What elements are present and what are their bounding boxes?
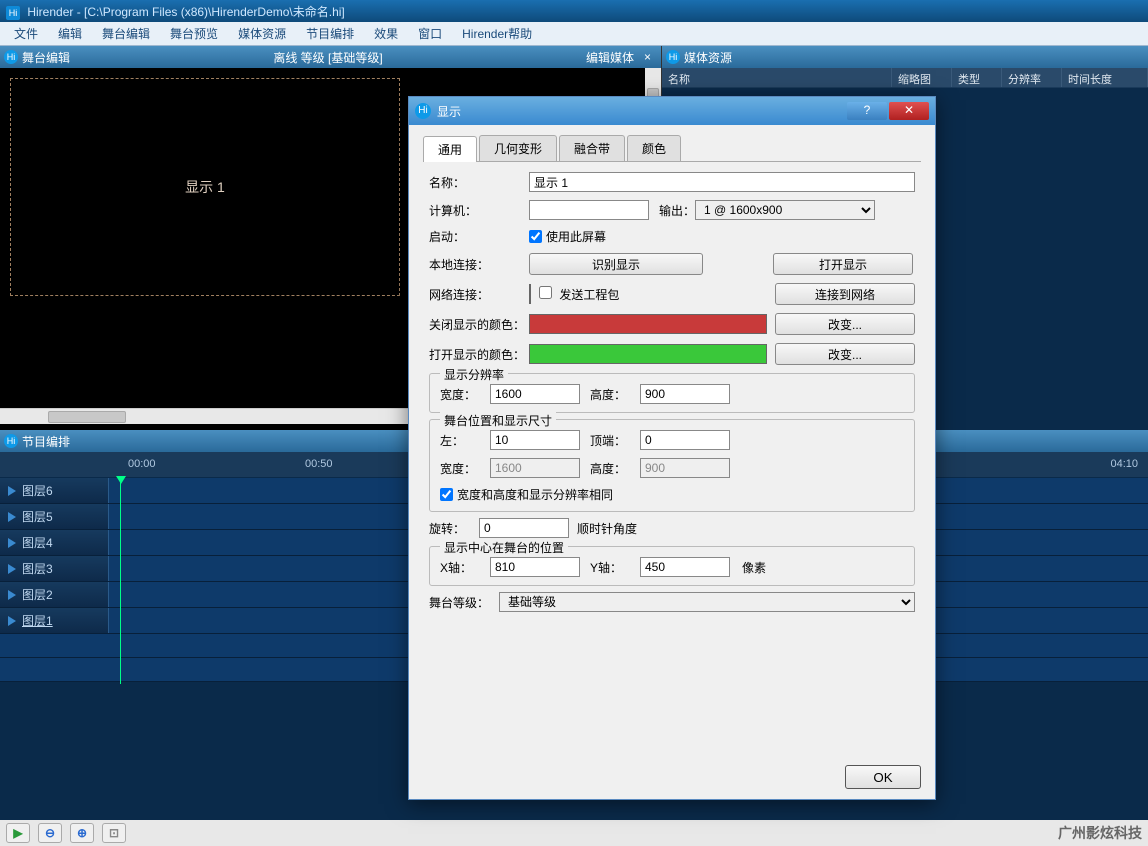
col-res[interactable]: 分辨率 <box>1002 68 1062 87</box>
timeline-title: 节目编排 <box>22 433 70 450</box>
col-duration[interactable]: 时间长度 <box>1062 68 1148 87</box>
closed-color-swatch <box>529 314 767 334</box>
display-dialog: Hi 显示 ? ✕ 通用 几何变形 融合带 颜色 名称： 计算机： 输出： 1 … <box>408 96 936 800</box>
menu-edit[interactable]: 编辑 <box>48 22 92 45</box>
output-select[interactable]: 1 @ 1600x900 <box>695 200 875 220</box>
computer-label: 计算机： <box>429 202 529 219</box>
play-icon[interactable] <box>8 538 16 548</box>
zoom-out-button[interactable]: ⊖ <box>38 823 62 843</box>
bottom-toolbar: ▶ ⊖ ⊕ ⊡ 广州影炫科技 <box>0 820 1148 846</box>
output-label: 输出： <box>659 202 695 219</box>
closed-color-label: 关闭显示的颜色： <box>429 316 529 333</box>
ok-button[interactable]: OK <box>845 765 921 789</box>
open-color-swatch <box>529 344 767 364</box>
menu-stage-preview[interactable]: 舞台预览 <box>160 22 228 45</box>
computer-input[interactable] <box>529 200 649 220</box>
tab-blend[interactable]: 融合带 <box>559 135 625 161</box>
zoom-in-button[interactable]: ⊕ <box>70 823 94 843</box>
tab-geometry[interactable]: 几何变形 <box>479 135 557 161</box>
panel-icon: Hi <box>666 50 680 64</box>
window-titlebar: Hi Hirender - [C:\Program Files (x86)\Hi… <box>0 0 1148 22</box>
media-title: 媒体资源 <box>684 49 732 66</box>
open-display-button[interactable]: 打开显示 <box>773 253 913 275</box>
media-table-header: 名称 缩略图 类型 分辨率 时间长度 <box>662 68 1148 88</box>
connect-net-button[interactable]: 连接到网络 <box>775 283 915 305</box>
change-closed-button[interactable]: 改变... <box>775 313 915 335</box>
play-icon[interactable] <box>8 564 16 574</box>
display-label: 显示 1 <box>185 177 225 197</box>
play-icon[interactable] <box>8 590 16 600</box>
net-color-swatch <box>529 284 531 304</box>
play-icon[interactable] <box>8 616 16 626</box>
time-mark: 04:10 <box>1110 458 1138 470</box>
display-rect[interactable]: 显示 1 <box>10 78 400 296</box>
tab-general[interactable]: 通用 <box>423 136 477 162</box>
center-fieldset: 显示中心在舞台的位置 X轴： Y轴： 像素 <box>429 546 915 586</box>
menu-help[interactable]: Hirender帮助 <box>452 22 542 45</box>
send-proj-checkbox[interactable] <box>539 286 552 299</box>
net-conn-label: 网络连接： <box>429 286 529 303</box>
help-button[interactable]: ? <box>847 102 887 120</box>
window-title: Hirender - [C:\Program Files (x86)\Hiren… <box>27 5 344 19</box>
col-name[interactable]: 名称 <box>662 68 892 87</box>
dialog-icon: Hi <box>415 103 431 119</box>
enable-label: 启动： <box>429 228 529 245</box>
pos-height-input <box>640 458 730 478</box>
panel-icon: Hi <box>4 434 18 448</box>
time-mark: 00:00 <box>128 458 156 470</box>
app-icon: Hi <box>6 6 20 20</box>
stage-pos-fieldset: 舞台位置和显示尺寸 左： 顶端： 宽度： 高度： 宽度和高度和显示分辨率相同 <box>429 419 915 512</box>
center-x-input[interactable] <box>490 557 580 577</box>
menu-window[interactable]: 窗口 <box>408 22 452 45</box>
resolution-fieldset: 显示分辨率 宽度： 高度： <box>429 373 915 413</box>
fit-button[interactable]: ⊡ <box>102 823 126 843</box>
col-thumb[interactable]: 缩略图 <box>892 68 952 87</box>
name-label: 名称： <box>429 174 529 191</box>
res-width-input[interactable] <box>490 384 580 404</box>
pos-left-input[interactable] <box>490 430 580 450</box>
res-height-input[interactable] <box>640 384 730 404</box>
name-input[interactable] <box>529 172 915 192</box>
stage-status: 离线 等级 [基础等级] <box>70 49 586 66</box>
close-icon[interactable]: × <box>638 50 657 64</box>
lock-wh-checkbox[interactable] <box>440 488 453 501</box>
time-mark: 00:50 <box>305 458 333 470</box>
watermark: 广州影炫科技 <box>1058 823 1142 843</box>
play-icon[interactable] <box>8 512 16 522</box>
identify-button[interactable]: 识别显示 <box>529 253 703 275</box>
dialog-tabs: 通用 几何变形 融合带 颜色 <box>423 135 921 162</box>
menu-effect[interactable]: 效果 <box>364 22 408 45</box>
menu-bar: 文件 编辑 舞台编辑 舞台预览 媒体资源 节目编排 效果 窗口 Hirender… <box>0 22 1148 46</box>
local-conn-label: 本地连接： <box>429 256 529 273</box>
playhead[interactable] <box>120 478 121 684</box>
stage-level-select[interactable]: 基础等级 <box>499 592 915 612</box>
pos-width-input <box>490 458 580 478</box>
tab-color[interactable]: 颜色 <box>627 135 681 161</box>
close-button[interactable]: ✕ <box>889 102 929 120</box>
center-y-input[interactable] <box>640 557 730 577</box>
col-type[interactable]: 类型 <box>952 68 1002 87</box>
panel-icon: Hi <box>4 50 18 64</box>
change-open-button[interactable]: 改变... <box>775 343 915 365</box>
use-screen-label: 使用此屏幕 <box>546 228 606 245</box>
edit-media-link[interactable]: 编辑媒体 <box>586 49 638 66</box>
play-button[interactable]: ▶ <box>6 823 30 843</box>
dialog-titlebar[interactable]: Hi 显示 ? ✕ <box>409 97 935 125</box>
stage-title: 舞台编辑 <box>22 49 70 66</box>
use-screen-checkbox[interactable] <box>529 230 542 243</box>
menu-media[interactable]: 媒体资源 <box>228 22 296 45</box>
menu-program[interactable]: 节目编排 <box>296 22 364 45</box>
pos-top-input[interactable] <box>640 430 730 450</box>
menu-file[interactable]: 文件 <box>4 22 48 45</box>
dialog-title: 显示 <box>437 103 461 120</box>
open-color-label: 打开显示的颜色： <box>429 346 529 363</box>
rotate-input[interactable] <box>479 518 569 538</box>
menu-stage-edit[interactable]: 舞台编辑 <box>92 22 160 45</box>
play-icon[interactable] <box>8 486 16 496</box>
